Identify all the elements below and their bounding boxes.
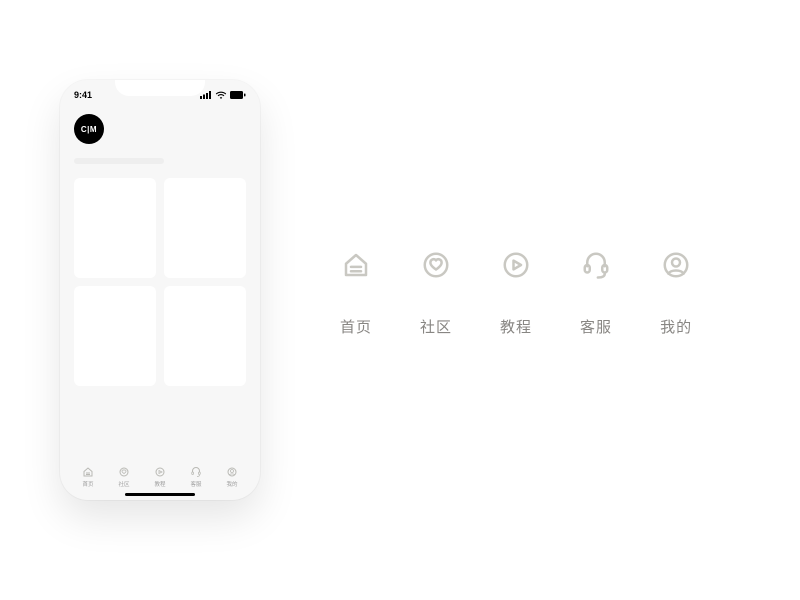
tab-label: 首页 — [82, 480, 93, 488]
tutorial-icon — [154, 466, 166, 478]
status-time: 9:41 — [74, 90, 92, 100]
tab-label: 教程 — [154, 480, 165, 488]
card-grid — [60, 164, 260, 400]
phone-mockup: 9:41 C|M — [60, 80, 260, 500]
community-icon — [421, 250, 451, 280]
nav-item-profile[interactable]: 我的 — [660, 250, 692, 337]
avatar-label: C|M — [81, 125, 97, 134]
tab-tutorial[interactable]: 教程 — [154, 466, 166, 488]
support-icon — [581, 250, 611, 280]
nav-label: 我的 — [660, 316, 692, 337]
nav-label: 首页 — [340, 316, 372, 337]
tab-profile[interactable]: 我的 — [226, 466, 238, 488]
support-icon — [190, 466, 202, 478]
avatar[interactable]: C|M — [74, 114, 104, 144]
card[interactable] — [74, 178, 156, 278]
nav-item-support[interactable]: 客服 — [580, 250, 612, 337]
battery-icon — [230, 91, 246, 99]
profile-icon — [661, 250, 691, 280]
tab-support[interactable]: 客服 — [190, 466, 202, 488]
nav-label: 客服 — [580, 316, 612, 337]
tab-label: 客服 — [190, 480, 201, 488]
status-indicators — [200, 91, 246, 100]
home-indicator — [125, 493, 195, 496]
nav-icons-callout: 首页 社区 教程 客服 我的 — [340, 250, 692, 337]
wifi-icon — [215, 91, 227, 100]
card[interactable] — [164, 178, 246, 278]
nav-item-tutorial[interactable]: 教程 — [500, 250, 532, 337]
cellular-icon — [200, 91, 212, 99]
nav-item-home[interactable]: 首页 — [340, 250, 372, 337]
notch — [115, 80, 205, 96]
tab-label: 社区 — [118, 480, 129, 488]
home-icon — [82, 466, 94, 478]
nav-item-community[interactable]: 社区 — [420, 250, 452, 337]
tab-community[interactable]: 社区 — [118, 466, 130, 488]
profile-icon — [226, 466, 238, 478]
community-icon — [118, 466, 130, 478]
tab-label: 我的 — [226, 480, 237, 488]
tab-home[interactable]: 首页 — [82, 466, 94, 488]
tutorial-icon — [501, 250, 531, 280]
nav-label: 社区 — [420, 316, 452, 337]
home-icon — [341, 250, 371, 280]
card[interactable] — [164, 286, 246, 386]
nav-label: 教程 — [500, 316, 532, 337]
card[interactable] — [74, 286, 156, 386]
tab-bar: 首页 社区 教程 客服 — [60, 462, 260, 490]
